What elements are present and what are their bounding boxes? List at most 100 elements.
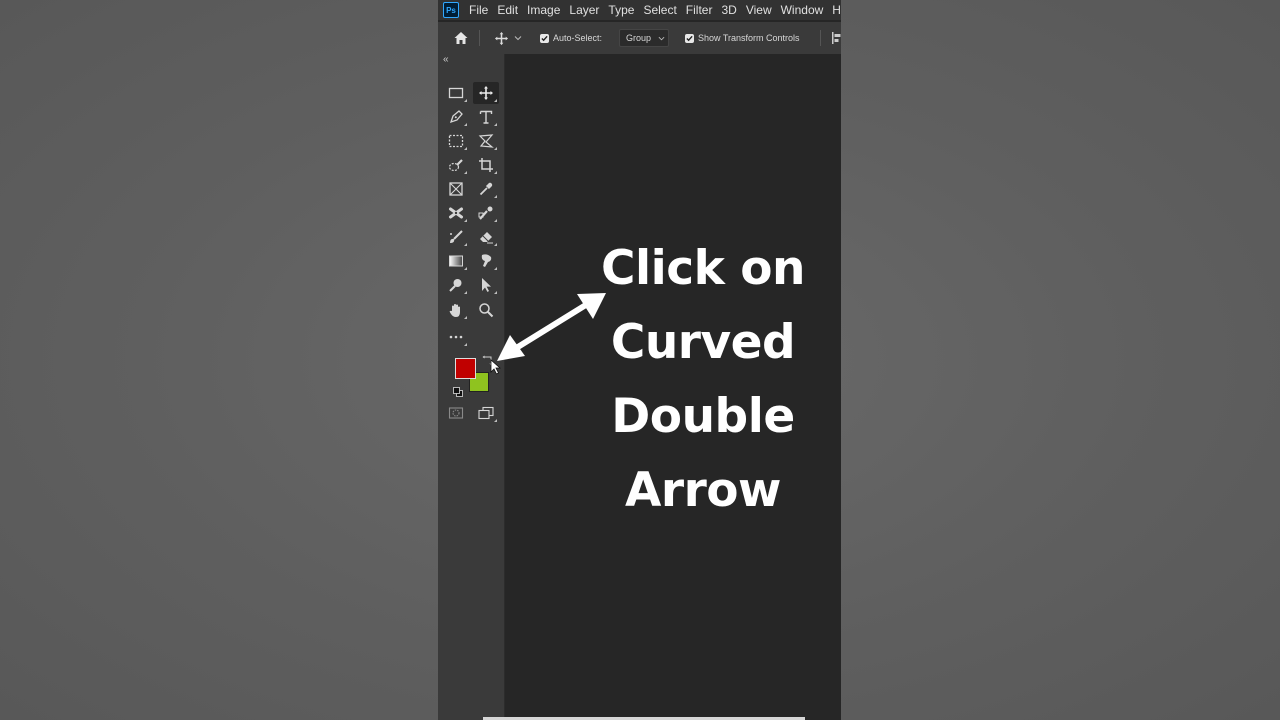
photoshop-window: Ps File Edit Image Layer Type Select Fil… <box>438 0 841 720</box>
lasso-tool[interactable] <box>473 130 499 152</box>
tool-group-indicator <box>494 171 497 174</box>
move-icon <box>479 86 493 100</box>
clone-stamp-tool[interactable] <box>473 202 499 224</box>
menu-bar: Ps File Edit Image Layer Type Select Fil… <box>438 0 841 20</box>
menu-edit[interactable]: Edit <box>497 3 518 17</box>
pen-icon <box>449 110 463 124</box>
tool-group-indicator <box>464 243 467 246</box>
tool-group-indicator <box>464 316 467 319</box>
marquee-tool[interactable] <box>443 130 469 152</box>
tools-panel: « <box>438 54 505 720</box>
marquee-icon <box>448 134 464 148</box>
frame-tool[interactable] <box>443 178 469 200</box>
more-icon <box>449 335 463 339</box>
chevron-down-icon <box>658 36 665 40</box>
caption-line: Click on <box>601 241 805 296</box>
gradient-icon <box>449 255 463 267</box>
align-button[interactable] <box>832 22 841 54</box>
move-tool[interactable] <box>473 82 499 104</box>
healing-tool[interactable] <box>443 202 469 224</box>
tool-group-indicator <box>464 99 467 102</box>
quick-mask-button[interactable] <box>443 402 469 424</box>
caption-line: Double <box>611 389 795 444</box>
menu-help[interactable]: Help <box>832 3 841 17</box>
eyedropper-icon <box>479 182 493 196</box>
quick-mask-icon <box>448 407 464 419</box>
crop-tool[interactable] <box>473 154 499 176</box>
gradient-tool[interactable] <box>443 250 469 272</box>
move-tool-preset-button[interactable] <box>494 22 522 54</box>
smudge-icon <box>481 254 492 267</box>
chevron-down-icon <box>514 36 522 41</box>
default-colors-icon <box>453 387 463 397</box>
menu-window[interactable]: Window <box>781 3 824 17</box>
tool-group-indicator <box>464 219 467 222</box>
hand-tool[interactable] <box>443 299 469 321</box>
crop-icon <box>479 158 493 172</box>
menu-layer[interactable]: Layer <box>569 3 599 17</box>
eyedropper-tool[interactable] <box>473 178 499 200</box>
brush-tool[interactable] <box>443 226 469 248</box>
collapse-panel-icon[interactable]: « <box>443 54 449 65</box>
menu-view[interactable]: View <box>746 3 772 17</box>
edit-toolbar-button[interactable] <box>443 326 469 348</box>
auto-select-checkbox[interactable]: Auto-Select: <box>540 22 602 54</box>
default-colors-button[interactable] <box>453 384 463 397</box>
eraser-tool[interactable] <box>473 226 499 248</box>
checkbox-checked-icon <box>540 33 549 43</box>
eraser-icon <box>480 232 493 244</box>
menu-file[interactable]: File <box>469 3 488 17</box>
tool-group-indicator <box>494 147 497 150</box>
tool-group-indicator <box>494 219 497 222</box>
tool-group-indicator <box>464 267 467 270</box>
auto-select-group-dropdown[interactable]: Group <box>619 29 669 47</box>
tool-group-indicator <box>494 195 497 198</box>
auto-select-label: Auto-Select: <box>553 33 603 43</box>
photoshop-logo-icon: Ps <box>443 2 459 18</box>
move-icon <box>494 31 509 45</box>
menu-filter[interactable]: Filter <box>686 3 713 17</box>
show-transform-controls-label: Show Transform Controls <box>698 33 800 43</box>
brush-icon <box>450 230 463 243</box>
checkbox-checked-icon <box>685 33 694 43</box>
tool-group-indicator <box>464 343 467 346</box>
tool-group-indicator <box>494 123 497 126</box>
type-icon <box>479 110 493 124</box>
tool-group-indicator <box>494 243 497 246</box>
pen-tool[interactable] <box>443 106 469 128</box>
home-button[interactable] <box>453 22 469 54</box>
caption-line: Curved <box>610 315 796 370</box>
quick-select-icon <box>448 159 463 172</box>
stamp-icon <box>478 206 493 220</box>
menu-type[interactable]: Type <box>608 3 634 17</box>
foreground-color-swatch[interactable] <box>455 358 476 379</box>
show-transform-controls-checkbox[interactable]: Show Transform Controls <box>685 22 800 54</box>
menu-3d[interactable]: 3D <box>721 3 736 17</box>
tutorial-caption: Click on Curved Double Arrow <box>588 232 818 528</box>
rect-icon <box>448 87 464 99</box>
group-dropdown-value: Group <box>626 33 652 43</box>
align-icon <box>832 32 841 44</box>
dodge-icon <box>449 279 462 292</box>
dodge-tool[interactable] <box>443 274 469 296</box>
artboard-tool[interactable] <box>443 82 469 104</box>
hand-icon <box>449 304 460 317</box>
home-icon <box>454 32 468 44</box>
menu-select[interactable]: Select <box>643 3 676 17</box>
tool-group-indicator <box>464 147 467 150</box>
screen-mode-button[interactable] <box>473 402 499 424</box>
options-bar: Auto-Select: Group Show Transform Contro… <box>438 22 841 55</box>
menu-image[interactable]: Image <box>527 3 560 17</box>
healing-icon <box>449 207 463 219</box>
zoom-icon <box>479 303 494 318</box>
quick-select-tool[interactable] <box>443 154 469 176</box>
tool-group-indicator <box>464 291 467 294</box>
type-tool[interactable] <box>473 106 499 128</box>
smudge-tool[interactable] <box>473 250 499 272</box>
options-separator <box>479 30 480 46</box>
options-separator <box>820 30 821 46</box>
lasso-icon <box>478 134 494 148</box>
tool-group-indicator <box>494 267 497 270</box>
caption-line: Arrow <box>625 463 781 518</box>
frame-icon <box>449 182 463 196</box>
